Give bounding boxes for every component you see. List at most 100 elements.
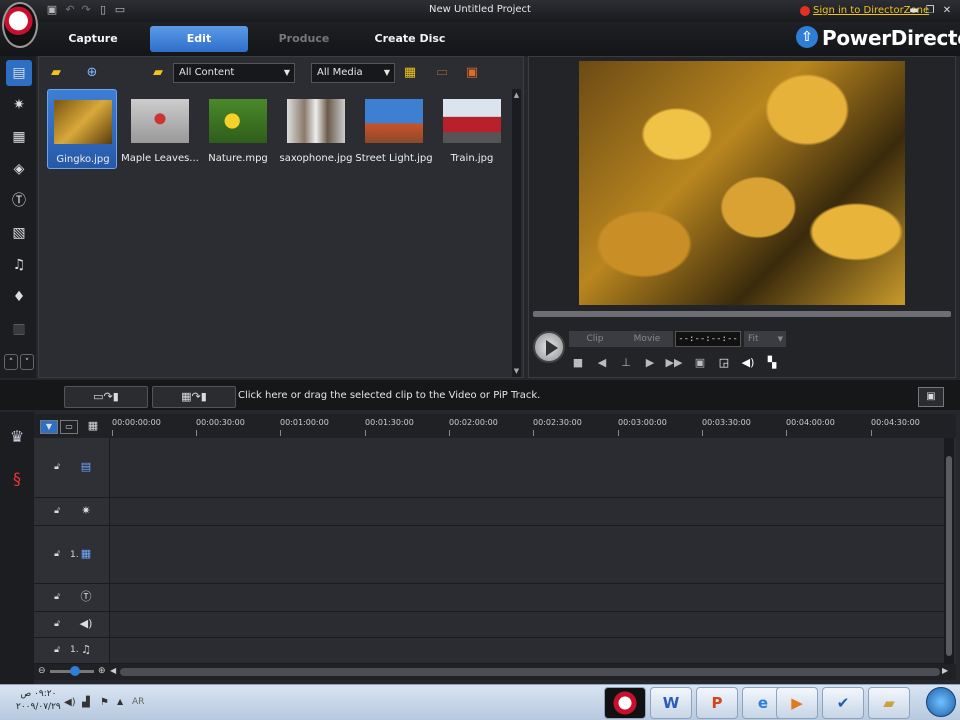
playback-progress-bar[interactable] bbox=[533, 311, 951, 317]
storyboard-view-button[interactable]: ▦↷▮ bbox=[152, 386, 236, 408]
open-folder-icon[interactable]: ▭ bbox=[114, 4, 126, 16]
clip-mode-icon[interactable]: ▭ bbox=[60, 420, 78, 434]
pip-track[interactable]: 🔓︎ 1. ▦ bbox=[34, 526, 944, 584]
new-project-icon[interactable]: ▯ bbox=[97, 4, 109, 16]
fast-forward-icon[interactable]: ▶▶ bbox=[665, 355, 683, 371]
clip-mode-button[interactable]: Clip bbox=[569, 331, 621, 347]
media-item[interactable]: Street Light.jpg bbox=[355, 89, 433, 169]
track-area[interactable] bbox=[110, 526, 944, 583]
view-grid-icon[interactable]: ▦ bbox=[399, 63, 421, 83]
zoom-fit-dropdown[interactable]: Fit ▼ bbox=[744, 331, 786, 347]
taskbar-clock[interactable]: ٠٩:٢٠ ص ٢٠٠٩/٠٧/٢٩ bbox=[16, 688, 61, 714]
media-item[interactable]: Train.jpg bbox=[437, 89, 507, 169]
import-media-icon[interactable]: ▰ bbox=[45, 63, 67, 83]
media-player-task-icon[interactable]: ▶ bbox=[776, 687, 818, 719]
timeline-hint[interactable]: Click here or drag the selected clip to … bbox=[238, 390, 540, 401]
powerdirector-task-icon[interactable] bbox=[604, 687, 646, 719]
lock-icon[interactable]: 🔓︎ bbox=[52, 506, 62, 518]
scroll-down-icon[interactable]: ˅ bbox=[20, 354, 34, 370]
explorer-task-icon[interactable]: ▰ bbox=[868, 687, 910, 719]
media-room-icon[interactable]: ▤ bbox=[6, 60, 32, 86]
track-area[interactable] bbox=[110, 498, 944, 525]
powerpoint-task-icon[interactable]: P bbox=[696, 687, 738, 719]
fit-timeline-icon[interactable]: ▣ bbox=[918, 387, 944, 407]
zoom-slider-knob[interactable] bbox=[70, 666, 80, 676]
track-area[interactable] bbox=[110, 584, 944, 611]
scroll-right-icon[interactable]: ▶ bbox=[942, 666, 948, 675]
magic-style-icon[interactable]: § bbox=[5, 464, 29, 494]
title-room-icon[interactable]: Ⓣ bbox=[6, 188, 32, 214]
content-filter-dropdown[interactable]: All Content ▼ bbox=[173, 63, 295, 83]
timeline-mode-icon[interactable]: ▼ bbox=[40, 420, 58, 434]
timeline-horizontal-scrollbar[interactable] bbox=[120, 668, 940, 676]
next-frame-icon[interactable]: ▶ bbox=[641, 355, 659, 371]
video-track[interactable]: 🔓︎ ▤ bbox=[34, 438, 944, 498]
previous-frame-icon[interactable]: ◀ bbox=[593, 355, 611, 371]
undo-icon[interactable]: ↶ bbox=[64, 4, 76, 16]
word-task-icon[interactable]: W bbox=[650, 687, 692, 719]
flag-tray-icon[interactable]: ⚑ bbox=[100, 697, 109, 708]
lock-icon[interactable]: 🔓︎ bbox=[52, 592, 62, 604]
movie-mode-button[interactable]: Movie bbox=[621, 331, 673, 347]
zoom-out-icon[interactable]: ⊖ bbox=[38, 666, 46, 676]
track-area[interactable] bbox=[110, 638, 944, 663]
scroll-down-icon[interactable]: ▼ bbox=[512, 367, 521, 375]
media-item[interactable]: saxophone.jpg bbox=[279, 89, 353, 169]
library-scrollbar[interactable]: ▲ ▼ bbox=[512, 89, 521, 377]
timeline-view-button[interactable]: ▭↷▮ bbox=[64, 386, 148, 408]
play-button[interactable] bbox=[533, 331, 565, 363]
media-filter-dropdown[interactable]: All Media ▼ bbox=[311, 63, 395, 83]
media-item[interactable]: Gingko.jpg bbox=[47, 89, 117, 169]
lock-icon[interactable]: 🔓︎ bbox=[52, 549, 62, 561]
audio-mixing-icon[interactable]: ♫ bbox=[6, 252, 32, 278]
effect-track[interactable]: 🔓︎ ✷ bbox=[34, 498, 944, 526]
pip-room-icon[interactable]: ▦ bbox=[6, 124, 32, 150]
zoom-in-icon[interactable]: ⊕ bbox=[98, 666, 106, 676]
media-item[interactable]: Maple Leaves... bbox=[121, 89, 199, 169]
chapter-room-icon[interactable]: ▥ bbox=[6, 316, 32, 342]
language-indicator[interactable]: AR bbox=[132, 697, 144, 707]
app-logo[interactable] bbox=[2, 2, 38, 48]
fullscreen-icon[interactable]: ◲ bbox=[715, 355, 733, 371]
stop-icon[interactable]: ■ bbox=[569, 355, 587, 371]
title-track[interactable]: 🔓︎ Ⓣ bbox=[34, 584, 944, 612]
volume-tray-icon[interactable]: ◀) bbox=[64, 697, 76, 708]
tab-produce[interactable]: Produce bbox=[255, 26, 353, 52]
scroll-up-icon[interactable]: ˄ bbox=[4, 354, 18, 370]
storyboard-icon[interactable]: ▭ bbox=[431, 63, 453, 83]
network-tray-icon[interactable]: ▟ bbox=[82, 697, 90, 708]
volume-icon[interactable]: ◀) bbox=[739, 355, 757, 371]
particle-room-icon[interactable]: ◈ bbox=[6, 156, 32, 182]
add-to-timeline-icon[interactable]: ▣ bbox=[461, 63, 483, 83]
scroll-up-icon[interactable]: ▲ bbox=[512, 91, 521, 99]
scroll-left-icon[interactable]: ◀ bbox=[110, 666, 116, 675]
transition-room-icon[interactable]: ▧ bbox=[6, 220, 32, 246]
close-button[interactable]: ✕ bbox=[941, 5, 953, 17]
music-track[interactable]: 🔓︎ 1. ♫ bbox=[34, 638, 944, 664]
media-item[interactable]: Nature.mpg bbox=[203, 89, 273, 169]
voice-track[interactable]: 🔓︎ ◀) bbox=[34, 612, 944, 638]
lock-icon[interactable]: 🔓︎ bbox=[52, 619, 62, 631]
redo-icon[interactable]: ↷ bbox=[80, 4, 92, 16]
timeline-vertical-scrollbar[interactable] bbox=[944, 438, 954, 664]
lock-icon[interactable]: 🔓︎ bbox=[52, 645, 62, 657]
track-area[interactable] bbox=[110, 612, 944, 637]
timecode-display[interactable]: --:--:--:-- bbox=[675, 331, 741, 347]
scroll-thumb[interactable] bbox=[946, 456, 952, 656]
settings-icon[interactable]: ▚ bbox=[763, 355, 781, 371]
lock-icon[interactable]: 🔓︎ bbox=[52, 462, 62, 474]
add-track-icon[interactable]: ▦ bbox=[84, 420, 102, 434]
minimize-button[interactable]: ▬ bbox=[908, 5, 920, 17]
tab-capture[interactable]: Capture bbox=[44, 26, 142, 52]
timeline-ruler[interactable]: ▼ ▭ ▦ 00:00:00:00 00:00:30:00 00:01:00:0… bbox=[34, 414, 956, 438]
show-hidden-icons-icon[interactable]: ▲ bbox=[117, 697, 123, 706]
save-icon[interactable]: ▣ bbox=[46, 4, 58, 16]
checklist-task-icon[interactable]: ✔ bbox=[822, 687, 864, 719]
tab-edit[interactable]: Edit bbox=[150, 26, 248, 52]
track-area[interactable] bbox=[110, 438, 944, 497]
split-icon[interactable]: ⊥ bbox=[617, 355, 635, 371]
download-globe-icon[interactable]: ⊕ bbox=[81, 63, 103, 83]
effect-room-icon[interactable]: ✷ bbox=[6, 92, 32, 118]
folder-icon[interactable]: ▰ bbox=[147, 63, 169, 83]
start-button[interactable] bbox=[926, 687, 956, 717]
